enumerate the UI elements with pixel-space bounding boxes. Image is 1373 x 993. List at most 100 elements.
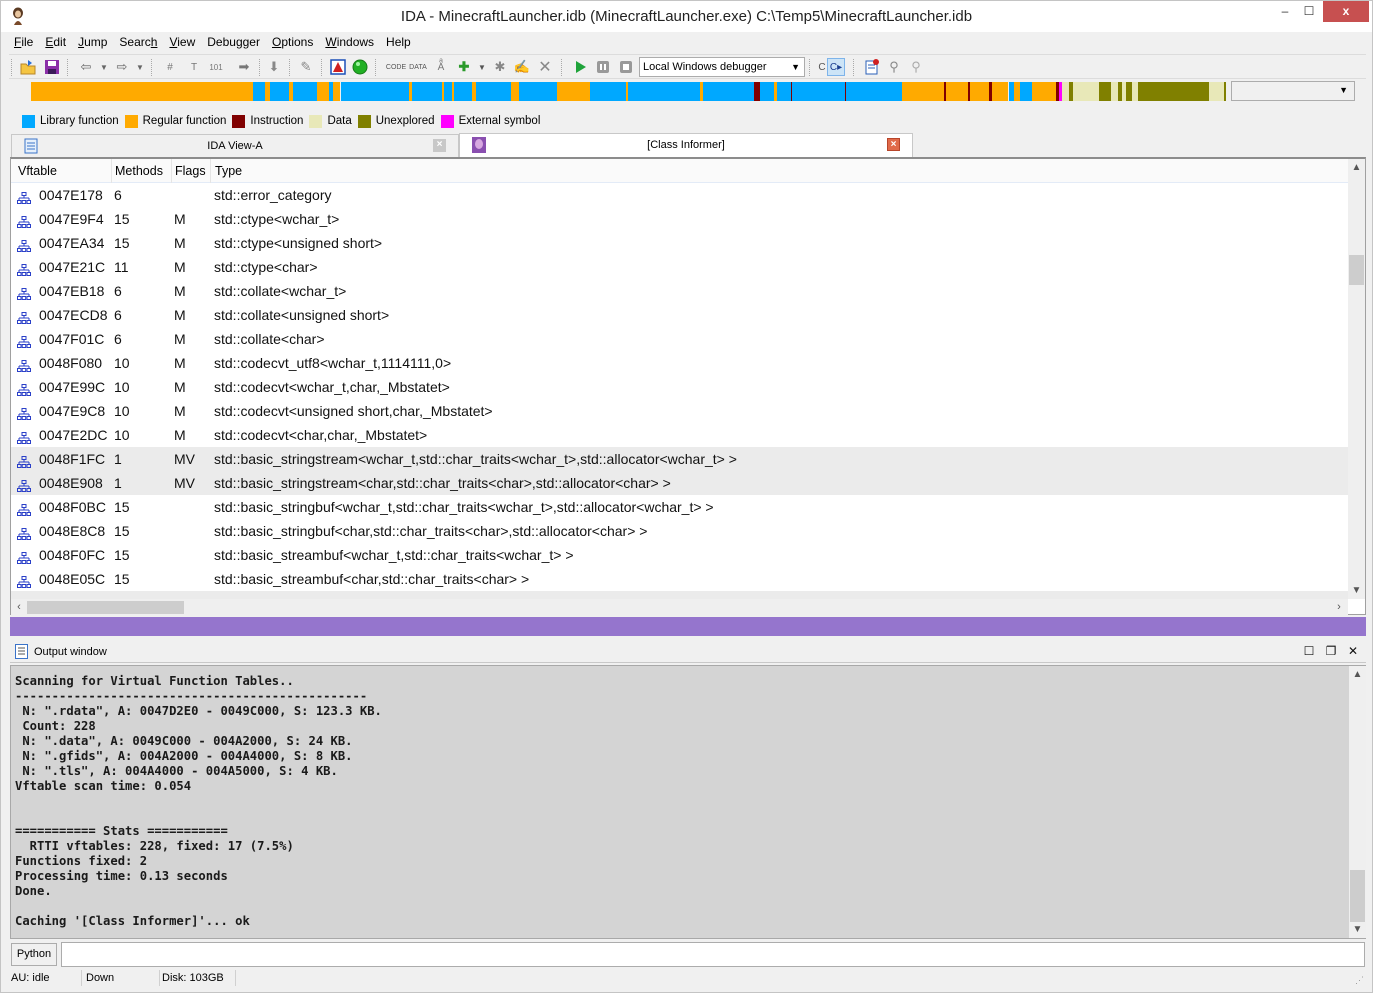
undefine-icon[interactable]: ✕: [536, 58, 554, 76]
maximize-icon[interactable]: ☐: [1301, 643, 1317, 659]
scrollbar-thumb[interactable]: [27, 601, 184, 614]
patch-icon[interactable]: ✎: [297, 58, 315, 76]
stop-icon[interactable]: [617, 58, 635, 76]
warning-icon[interactable]: [329, 58, 347, 76]
nav-segment-data[interactable]: [1111, 82, 1119, 101]
nav-segment-regular[interactable]: [333, 82, 341, 101]
delete-breakpoint-icon[interactable]: ⚲: [907, 58, 925, 76]
table-row-partial[interactable]: [11, 591, 1348, 599]
menu-windows[interactable]: Windows: [320, 33, 379, 53]
nav-segment-library[interactable]: [792, 82, 845, 101]
forward-dropdown-icon[interactable]: ▼: [131, 58, 149, 76]
nav-segment-library[interactable]: [475, 82, 512, 101]
nav-segment-library[interactable]: [845, 82, 903, 101]
close-icon[interactable]: ×: [433, 139, 446, 152]
nav-segment-library[interactable]: [454, 82, 472, 101]
segment-select[interactable]: ▼: [1231, 81, 1355, 101]
table-row[interactable]: 0047E9C8 10 Mstd::codecvt<unsigned short,c…: [11, 399, 1348, 423]
make-struct-icon[interactable]: ✚: [455, 58, 473, 76]
save-icon[interactable]: [43, 58, 61, 76]
nav-segment-library[interactable]: [628, 82, 701, 101]
nav-segment-data[interactable]: [1073, 82, 1100, 101]
command-input[interactable]: [61, 942, 1365, 967]
nav-segment-library[interactable]: [444, 82, 452, 101]
step-over-icon[interactable]: C▸: [827, 58, 845, 76]
script-language-button[interactable]: Python: [11, 943, 57, 966]
nav-segment-library[interactable]: [340, 82, 409, 101]
forward-icon[interactable]: ⇨: [113, 58, 131, 76]
rename-icon[interactable]: ✍: [513, 58, 531, 76]
make-data-icon[interactable]: DATA: [409, 58, 427, 76]
table-row[interactable]: 0048E908 1 MV std::basic_stringstream<char,…: [11, 471, 1348, 495]
menu-jump[interactable]: Jump: [73, 33, 112, 53]
menu-view[interactable]: View: [164, 33, 200, 53]
make-array-icon[interactable]: ✱: [491, 58, 509, 76]
scroll-down-icon[interactable]: ▼: [1349, 921, 1366, 938]
search-text-icon[interactable]: T: [185, 58, 203, 76]
nav-segment-library[interactable]: [776, 82, 791, 101]
table-row[interactable]: 0047ECD8 6 Mstd::collate<unsigned short>: [11, 303, 1348, 327]
scroll-left-icon[interactable]: ‹: [11, 599, 27, 616]
nav-segment-regular[interactable]: [316, 82, 329, 101]
table-row[interactable]: 0047E21C 11 Mstd::ctype<char>: [11, 255, 1348, 279]
debugger-select[interactable]: Local Windows debugger ▼: [639, 57, 805, 77]
make-ascii-icon[interactable]: Aͣ: [432, 58, 450, 76]
vertical-scrollbar[interactable]: ▲ ▼: [1348, 159, 1365, 599]
resize-grip-icon[interactable]: ⋰: [1355, 975, 1364, 986]
nav-segment-regular[interactable]: [556, 82, 591, 101]
pause-icon[interactable]: [594, 58, 612, 76]
table-row[interactable]: 0048F1FC 1 MV std::basic_stringstream<wchar…: [11, 447, 1348, 471]
nav-segment-regular[interactable]: [1032, 82, 1057, 101]
table-row[interactable]: 0047F01C 6 Mstd::collate<char>: [11, 327, 1348, 351]
nav-segment-data[interactable]: [1062, 82, 1070, 101]
back-dropdown-icon[interactable]: ▼: [95, 58, 113, 76]
nav-segment-library[interactable]: [412, 82, 443, 101]
table-row[interactable]: 0047E99C 10 Mstd::codecvt<wchar_t,char,_Mb…: [11, 375, 1348, 399]
column-header-vftable[interactable]: Vftable: [18, 164, 57, 178]
table-row[interactable]: 0048F0FC 15 std::basic_streambuf<wchar_t,s…: [11, 543, 1348, 567]
make-code-icon[interactable]: CODE: [386, 58, 406, 76]
tab-class-informer[interactable]: [Class Informer] ×: [459, 133, 913, 157]
nav-segment-library[interactable]: [292, 82, 317, 101]
search-immediate-icon[interactable]: 101: [207, 58, 225, 76]
nav-segment-library[interactable]: [270, 82, 290, 101]
breakpoint-list-icon[interactable]: [863, 58, 881, 76]
float-window-icon[interactable]: ❐: [1323, 643, 1339, 659]
nav-segment-unexplored[interactable]: [1099, 82, 1112, 101]
navigation-band[interactable]: [31, 82, 1226, 101]
run-icon[interactable]: [571, 58, 589, 76]
struct-dropdown-icon[interactable]: ▼: [473, 58, 491, 76]
close-button[interactable]: x: [1323, 1, 1369, 22]
nav-segment-unexplored[interactable]: [1223, 82, 1226, 101]
nav-segment-regular[interactable]: [946, 82, 968, 101]
menu-file[interactable]: File: [9, 33, 38, 53]
column-header-flags[interactable]: Flags: [175, 164, 206, 178]
green-circle-icon[interactable]: [351, 58, 369, 76]
back-icon[interactable]: ⇦: [77, 58, 95, 76]
scroll-right-icon[interactable]: ›: [1331, 599, 1347, 616]
table-row[interactable]: 0048F0BC 15 std::basic_stringbuf<wchar_t,s…: [11, 495, 1348, 519]
output-window[interactable]: Scanning for Virtual Function Tables.. -…: [10, 665, 1366, 939]
nav-segment-library[interactable]: [702, 82, 754, 101]
nav-segment-library[interactable]: [759, 82, 775, 101]
scrollbar-thumb[interactable]: [1349, 255, 1364, 285]
table-row[interactable]: 0047E2DC 10 Mstd::codecvt<char,char,_Mbsta…: [11, 423, 1348, 447]
column-header-methods[interactable]: Methods: [115, 164, 163, 178]
scrollbar-thumb[interactable]: [1350, 870, 1365, 922]
column-header-type[interactable]: Type: [215, 164, 242, 178]
nav-segment-regular[interactable]: [511, 82, 519, 101]
close-icon[interactable]: ✕: [1345, 643, 1361, 659]
scroll-up-icon[interactable]: ▲: [1349, 666, 1366, 683]
nav-segment-data[interactable]: [1209, 82, 1224, 101]
nav-segment-regular[interactable]: [991, 82, 1009, 101]
menu-debugger[interactable]: Debugger: [202, 33, 265, 53]
nav-segment-unexplored[interactable]: [1137, 82, 1210, 101]
table-row[interactable]: 0048E8C8 15 std::basic_stringbuf<char,std:…: [11, 519, 1348, 543]
nav-segment-regular[interactable]: [902, 82, 944, 101]
nav-segment-library[interactable]: [253, 82, 266, 101]
search-binary-icon[interactable]: #: [161, 58, 179, 76]
nav-segment-regular[interactable]: [31, 82, 254, 101]
maximize-button[interactable]: ☐: [1295, 1, 1323, 22]
add-breakpoint-icon[interactable]: ⚲: [885, 58, 903, 76]
menu-help[interactable]: Help: [381, 33, 416, 53]
